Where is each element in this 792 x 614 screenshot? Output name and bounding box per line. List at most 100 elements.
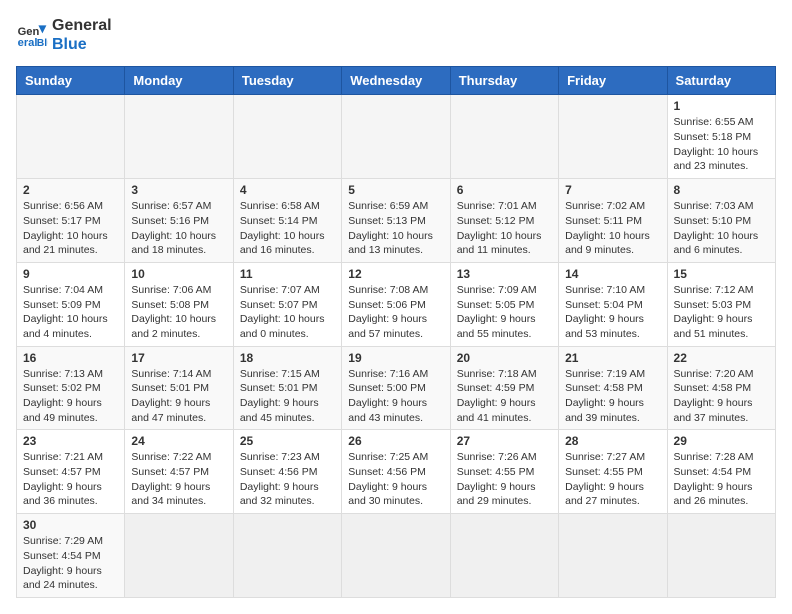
calendar-cell (233, 514, 341, 598)
calendar-cell: 9 Sunrise: 7:04 AM Sunset: 5:09 PM Daylig… (17, 262, 125, 346)
weekday-header: Thursday (450, 67, 558, 95)
day-info: Sunrise: 7:25 AM Sunset: 4:56 PM Dayligh… (348, 450, 443, 509)
day-info: Sunrise: 6:59 AM Sunset: 5:13 PM Dayligh… (348, 199, 443, 258)
svg-text:Gen: Gen (18, 26, 40, 38)
day-info: Sunrise: 7:28 AM Sunset: 4:54 PM Dayligh… (674, 450, 769, 509)
day-number: 30 (23, 518, 118, 532)
day-number: 1 (674, 99, 769, 113)
day-number: 18 (240, 351, 335, 365)
day-info: Sunrise: 7:03 AM Sunset: 5:10 PM Dayligh… (674, 199, 769, 258)
calendar-week-row: 1 Sunrise: 6:55 AM Sunset: 5:18 PM Daylig… (17, 95, 776, 179)
calendar-cell (559, 514, 667, 598)
logo: Gen eral Blue General Blue (16, 16, 112, 54)
calendar-cell: 23 Sunrise: 7:21 AM Sunset: 4:57 PM Dayli… (17, 430, 125, 514)
weekday-header: Friday (559, 67, 667, 95)
day-number: 2 (23, 183, 118, 197)
calendar-cell: 15 Sunrise: 7:12 AM Sunset: 5:03 PM Dayli… (667, 262, 775, 346)
calendar-week-row: 16 Sunrise: 7:13 AM Sunset: 5:02 PM Dayli… (17, 346, 776, 430)
calendar-cell: 25 Sunrise: 7:23 AM Sunset: 4:56 PM Dayli… (233, 430, 341, 514)
calendar-week-row: 2Sunrise: 6:56 AM Sunset: 5:17 PM Daylig… (17, 179, 776, 263)
calendar-cell (342, 514, 450, 598)
calendar-cell: 24Sunrise: 7:22 AM Sunset: 4:57 PM Dayli… (125, 430, 233, 514)
calendar-cell: 1 Sunrise: 6:55 AM Sunset: 5:18 PM Daylig… (667, 95, 775, 179)
day-info: Sunrise: 6:55 AM Sunset: 5:18 PM Dayligh… (674, 115, 769, 174)
day-info: Sunrise: 7:10 AM Sunset: 5:04 PM Dayligh… (565, 283, 660, 342)
calendar-cell (667, 514, 775, 598)
calendar-cell (450, 95, 558, 179)
day-number: 13 (457, 267, 552, 281)
header: Gen eral Blue General Blue (16, 16, 776, 54)
day-info: Sunrise: 7:20 AM Sunset: 4:58 PM Dayligh… (674, 367, 769, 426)
calendar-cell: 21Sunrise: 7:19 AM Sunset: 4:58 PM Dayli… (559, 346, 667, 430)
day-number: 5 (348, 183, 443, 197)
calendar-cell: 16 Sunrise: 7:13 AM Sunset: 5:02 PM Dayli… (17, 346, 125, 430)
calendar-cell: 13 Sunrise: 7:09 AM Sunset: 5:05 PM Dayli… (450, 262, 558, 346)
day-number: 27 (457, 434, 552, 448)
calendar-cell: 27 Sunrise: 7:26 AM Sunset: 4:55 PM Dayli… (450, 430, 558, 514)
calendar-week-row: 9 Sunrise: 7:04 AM Sunset: 5:09 PM Daylig… (17, 262, 776, 346)
day-info: Sunrise: 7:04 AM Sunset: 5:09 PM Dayligh… (23, 283, 118, 342)
calendar-cell (342, 95, 450, 179)
day-info: Sunrise: 7:13 AM Sunset: 5:02 PM Dayligh… (23, 367, 118, 426)
day-info: Sunrise: 7:22 AM Sunset: 4:57 PM Dayligh… (131, 450, 226, 509)
day-number: 7 (565, 183, 660, 197)
day-info: Sunrise: 6:58 AM Sunset: 5:14 PM Dayligh… (240, 199, 335, 258)
calendar-cell: 5 Sunrise: 6:59 AM Sunset: 5:13 PM Daylig… (342, 179, 450, 263)
calendar-cell: 19Sunrise: 7:16 AM Sunset: 5:00 PM Dayli… (342, 346, 450, 430)
calendar-cell: 10Sunrise: 7:06 AM Sunset: 5:08 PM Dayli… (125, 262, 233, 346)
day-info: Sunrise: 7:12 AM Sunset: 5:03 PM Dayligh… (674, 283, 769, 342)
day-info: Sunrise: 7:27 AM Sunset: 4:55 PM Dayligh… (565, 450, 660, 509)
calendar-cell: 3Sunrise: 6:57 AM Sunset: 5:16 PM Daylig… (125, 179, 233, 263)
weekday-header: Tuesday (233, 67, 341, 95)
calendar-cell: 26 Sunrise: 7:25 AM Sunset: 4:56 PM Dayli… (342, 430, 450, 514)
day-info: Sunrise: 7:26 AM Sunset: 4:55 PM Dayligh… (457, 450, 552, 509)
calendar-cell (17, 95, 125, 179)
day-number: 10 (131, 267, 226, 281)
calendar-cell: 2Sunrise: 6:56 AM Sunset: 5:17 PM Daylig… (17, 179, 125, 263)
calendar-cell: 30 Sunrise: 7:29 AM Sunset: 4:54 PM Dayli… (17, 514, 125, 598)
day-number: 20 (457, 351, 552, 365)
day-number: 4 (240, 183, 335, 197)
calendar-cell (559, 95, 667, 179)
day-info: Sunrise: 7:18 AM Sunset: 4:59 PM Dayligh… (457, 367, 552, 426)
day-number: 15 (674, 267, 769, 281)
svg-text:Blue: Blue (37, 38, 48, 49)
day-info: Sunrise: 7:07 AM Sunset: 5:07 PM Dayligh… (240, 283, 335, 342)
day-number: 22 (674, 351, 769, 365)
calendar-cell (233, 95, 341, 179)
calendar-cell (450, 514, 558, 598)
day-number: 14 (565, 267, 660, 281)
day-info: Sunrise: 7:21 AM Sunset: 4:57 PM Dayligh… (23, 450, 118, 509)
day-number: 6 (457, 183, 552, 197)
day-number: 25 (240, 434, 335, 448)
day-number: 29 (674, 434, 769, 448)
day-number: 11 (240, 267, 335, 281)
day-number: 12 (348, 267, 443, 281)
day-number: 23 (23, 434, 118, 448)
calendar-cell: 28 Sunrise: 7:27 AM Sunset: 4:55 PM Dayli… (559, 430, 667, 514)
day-number: 26 (348, 434, 443, 448)
logo-general: General (52, 16, 112, 35)
day-number: 9 (23, 267, 118, 281)
day-info: Sunrise: 7:02 AM Sunset: 5:11 PM Dayligh… (565, 199, 660, 258)
day-info: Sunrise: 7:23 AM Sunset: 4:56 PM Dayligh… (240, 450, 335, 509)
weekday-header: Saturday (667, 67, 775, 95)
day-number: 16 (23, 351, 118, 365)
day-info: Sunrise: 7:09 AM Sunset: 5:05 PM Dayligh… (457, 283, 552, 342)
calendar-cell: 14 Sunrise: 7:10 AM Sunset: 5:04 PM Dayli… (559, 262, 667, 346)
weekday-header: Monday (125, 67, 233, 95)
day-number: 21 (565, 351, 660, 365)
day-number: 17 (131, 351, 226, 365)
day-number: 8 (674, 183, 769, 197)
day-number: 3 (131, 183, 226, 197)
weekday-header: Wednesday (342, 67, 450, 95)
calendar-cell (125, 514, 233, 598)
day-info: Sunrise: 7:29 AM Sunset: 4:54 PM Dayligh… (23, 534, 118, 593)
calendar-cell: 12Sunrise: 7:08 AM Sunset: 5:06 PM Dayli… (342, 262, 450, 346)
calendar-cell: 11 Sunrise: 7:07 AM Sunset: 5:07 PM Dayli… (233, 262, 341, 346)
svg-text:eral: eral (18, 37, 38, 49)
calendar-cell: 22 Sunrise: 7:20 AM Sunset: 4:58 PM Dayli… (667, 346, 775, 430)
day-info: Sunrise: 7:01 AM Sunset: 5:12 PM Dayligh… (457, 199, 552, 258)
day-number: 28 (565, 434, 660, 448)
weekday-header: Sunday (17, 67, 125, 95)
